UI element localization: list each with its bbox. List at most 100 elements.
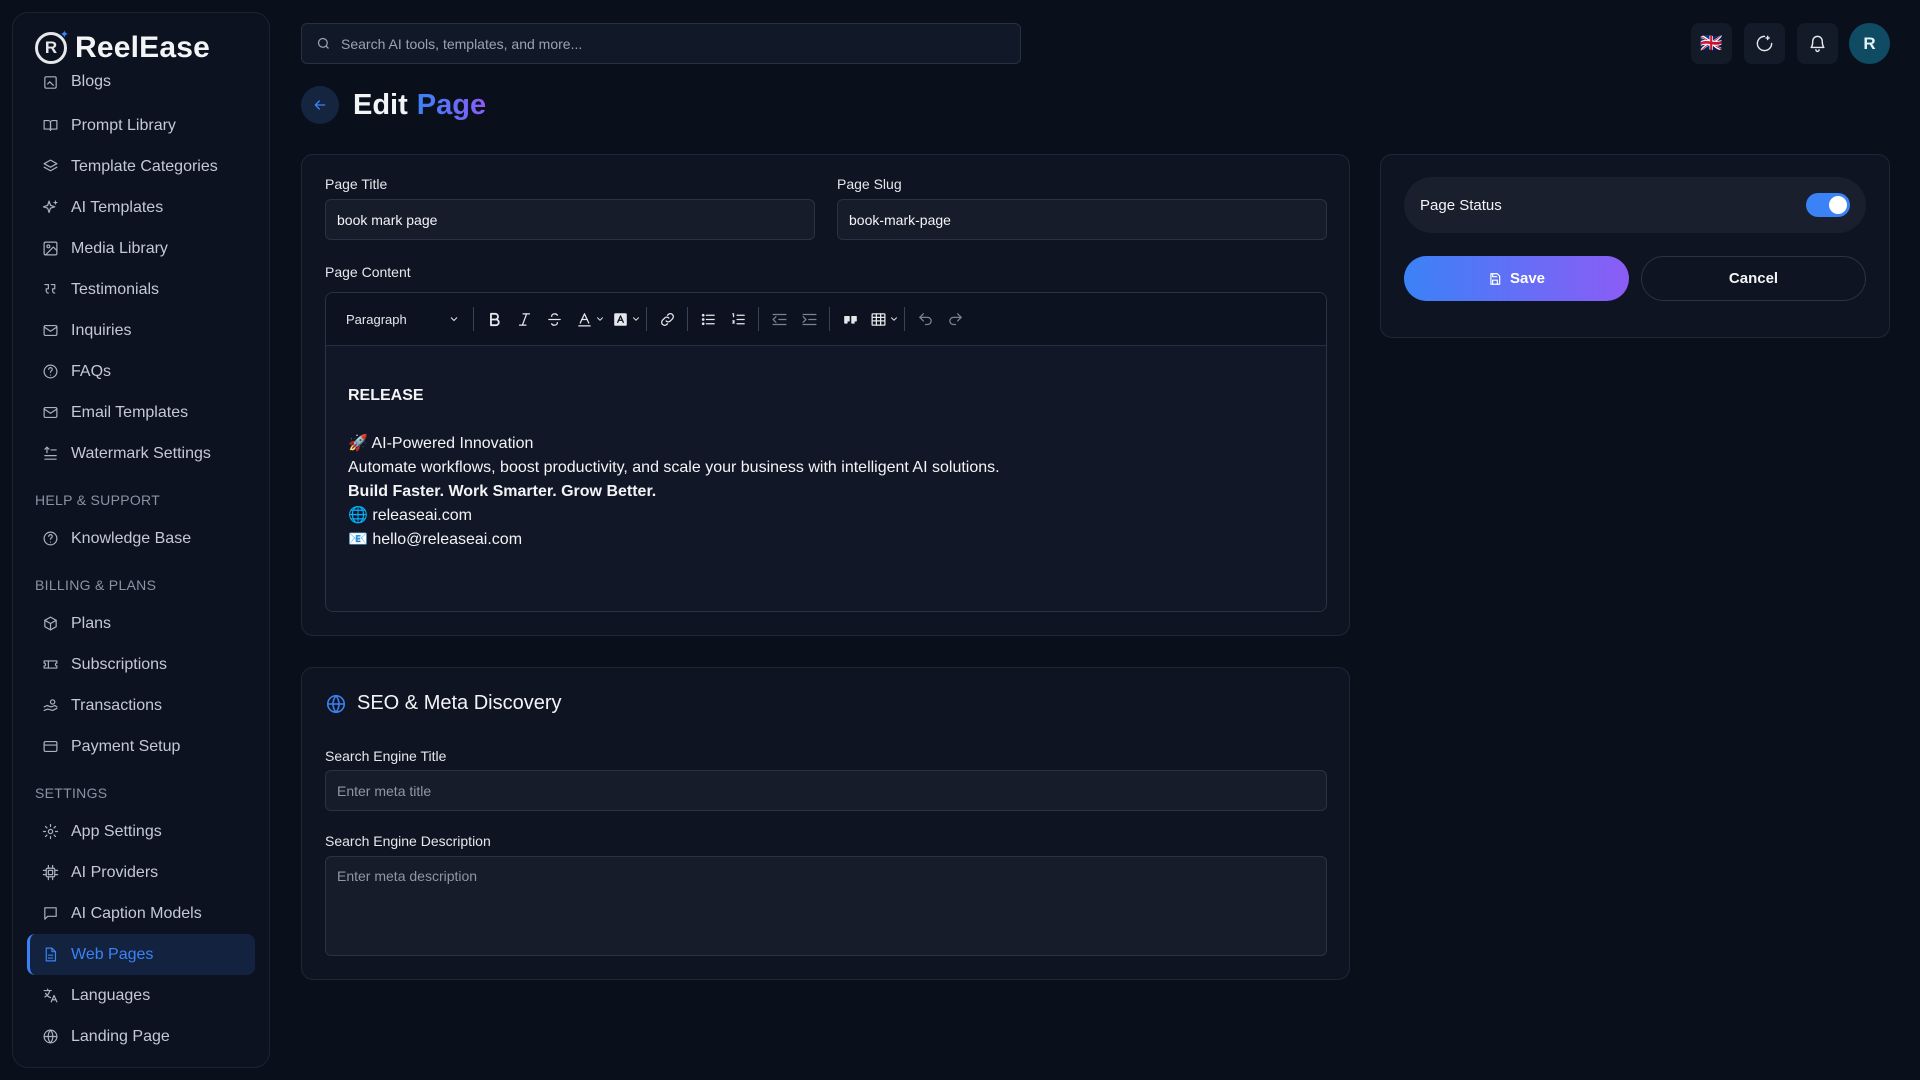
toolbar-divider [687,307,688,331]
font-color-icon [577,312,591,327]
back-button[interactable] [301,86,339,124]
sidebar-item-ai-caption-models[interactable]: AI Caption Models [27,893,255,934]
sidebar-item-inquiries[interactable]: Inquiries [27,310,255,351]
content-line: 🚀 AI-Powered Innovation [348,435,534,452]
sidebar-item-payment-setup[interactable]: Payment Setup [27,726,255,767]
seo-heading: SEO & Meta Discovery [325,692,562,715]
redo-button[interactable] [940,304,970,334]
sidebar-item-prompt-library[interactable]: Prompt Library [27,105,255,146]
bullet-list-icon [701,313,715,325]
sidebar-item-ai-providers[interactable]: AI Providers [27,852,255,893]
section-heading-settings: SETTINGS [35,785,108,801]
credit-card-icon [41,738,59,756]
sidebar-item-app-settings[interactable]: App Settings [27,811,255,852]
app-logo[interactable]: R ✦ ReelEase [35,29,211,65]
strikethrough-icon [547,312,561,326]
sidebar-item-transactions[interactable]: Transactions [27,685,255,726]
toolbar-divider [904,307,905,331]
sidebar-item-knowledge-base[interactable]: Knowledge Base [27,518,255,559]
content-line: 🌐 releaseai.com [348,507,472,524]
content-heading: RELEASE [348,387,424,404]
sidebar-item-label: AI Templates [71,198,164,216]
page-title-input[interactable]: book mark page [325,199,815,240]
sidebar-item-watermark-settings[interactable]: Watermark Settings [27,433,255,474]
bold-button[interactable] [479,304,509,334]
numbered-list-button[interactable] [723,304,753,334]
meta-description-textarea[interactable]: Enter meta description [325,856,1327,956]
mail-icon [41,404,59,422]
sidebar-item-label: Watermark Settings [71,444,211,462]
link-button[interactable] [652,304,682,334]
sidebar-item-media-library[interactable]: Media Library [27,228,255,269]
outdent-button[interactable] [764,304,794,334]
content-line: Build Faster. Work Smarter. Grow Better. [348,483,657,500]
table-icon [870,312,886,326]
outdent-icon [771,313,787,325]
chevron-down-icon [890,317,897,321]
sidebar-item-faqs[interactable]: FAQs [27,351,255,392]
blockquote-button[interactable] [835,304,865,334]
globe-icon [326,694,346,713]
file-text-icon [41,946,59,964]
sidebar-item-template-categories[interactable]: Template Categories [27,146,255,187]
strikethrough-button[interactable] [539,304,569,334]
rich-text-editor: Paragraph RELEASE 🚀 AI-Powered Innovatio… [325,292,1327,612]
undo-button[interactable] [910,304,940,334]
italic-icon [518,312,530,326]
cancel-button[interactable]: Cancel [1641,256,1866,301]
cpu-icon [41,864,59,882]
italic-button[interactable] [509,304,539,334]
sidebar-item-languages[interactable]: Languages [27,975,255,1016]
sparkles-icon [41,199,59,217]
bullet-list-button[interactable] [693,304,723,334]
sidebar-item-web-pages[interactable]: Web Pages [27,934,255,975]
chevron-down-icon [596,317,603,321]
logo-icon: R ✦ [35,29,69,64]
sidebar-item-landing-page[interactable]: Landing Page [27,1016,255,1057]
highlight-color-button[interactable] [611,304,641,334]
block-type-select[interactable]: Paragraph [338,304,468,334]
section-heading-help: HELP & SUPPORT [35,492,161,508]
indent-button[interactable] [794,304,824,334]
notifications-button[interactable] [1797,23,1838,64]
gear-icon [41,823,59,841]
global-search[interactable] [301,23,1021,64]
sidebar-item-label: Email Templates [71,403,189,421]
theme-toggle-button[interactable] [1744,23,1785,64]
app-name: ReelEase [75,31,211,64]
sidebar-item-label: Testimonials [71,280,160,298]
text-color-button[interactable] [575,304,605,334]
sidebar-item-testimonials[interactable]: Testimonials [27,269,255,310]
page-slug-input[interactable]: book-mark-page [837,199,1327,240]
sidebar-item-plans[interactable]: Plans [27,603,255,644]
search-icon [317,37,329,49]
uk-flag-icon: 🇬🇧 [1700,33,1723,53]
page-slug-label: Page Slug [837,176,902,192]
sidebar-item-label: Payment Setup [71,737,181,755]
sidebar-item-label: AI Providers [71,863,159,881]
language-button[interactable]: 🇬🇧 [1691,23,1732,64]
arrow-left-icon [314,100,326,110]
sidebar-item-ai-templates[interactable]: AI Templates [27,187,255,228]
sidebar-item-label: Knowledge Base [71,529,192,547]
table-button[interactable] [869,304,899,334]
save-button[interactable]: Save [1404,256,1629,301]
sidebar-item-label: Web Pages [71,945,154,963]
search-input[interactable] [341,35,981,52]
indent-icon [801,313,817,325]
sidebar-item-label: Transactions [71,696,162,714]
page-form-card: Page Title book mark page Page Slug book… [301,154,1350,636]
editor-content[interactable]: RELEASE 🚀 AI-Powered Innovation Automate… [326,346,1326,611]
sidebar-item-subscriptions[interactable]: Subscriptions [27,644,255,685]
help-circle-icon [41,363,59,381]
meta-title-input[interactable]: Enter meta title [325,770,1327,811]
sidebar-item-blogs[interactable]: Blogs [27,71,255,105]
user-avatar[interactable]: R [1849,23,1890,64]
save-icon [1490,272,1501,285]
image-icon [41,240,59,258]
save-button-label: Save [1509,270,1546,287]
package-icon [41,615,59,633]
sidebar-item-email-templates[interactable]: Email Templates [27,392,255,433]
page-status-toggle[interactable] [1806,193,1850,217]
sidebar-nav: Blogs Prompt Library Template Categories… [13,71,269,1057]
